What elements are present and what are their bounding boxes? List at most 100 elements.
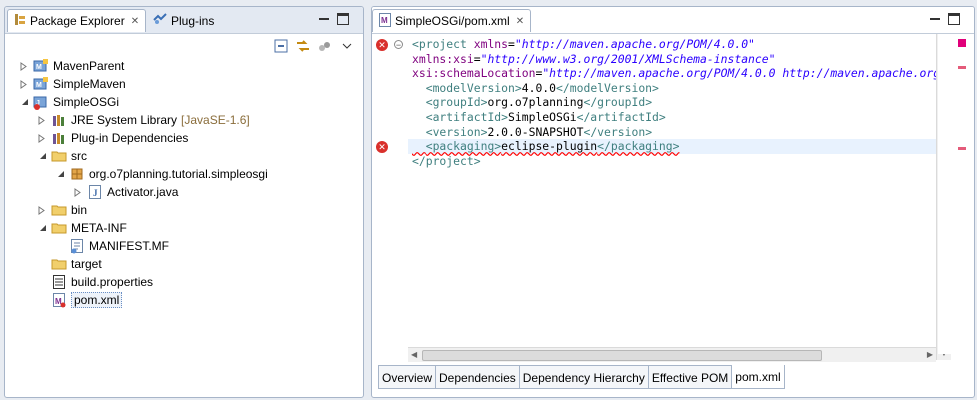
collapsed-arrow-icon[interactable] xyxy=(73,187,83,197)
code-token: </artifactId> xyxy=(576,110,666,124)
code-token: </modelVersion> xyxy=(556,80,659,95)
code-line[interactable]: </project> xyxy=(412,154,481,169)
code-token: </groupId> xyxy=(583,95,653,110)
tree-item[interactable]: src xyxy=(37,147,87,165)
code-line-content: xmlns:xsi="http://www.w3.org/2001/XMLSch… xyxy=(412,52,775,66)
svg-text:M: M xyxy=(381,16,388,25)
editor-page-tab[interactable]: Dependency Hierarchy xyxy=(519,365,649,389)
minimize-icon[interactable] xyxy=(319,13,329,20)
code-line[interactable]: xmlns:xsi="http://www.w3.org/2001/XMLSch… xyxy=(412,52,775,67)
no-arrow xyxy=(37,277,47,287)
code-line[interactable]: <groupId>org.o7planning</groupId> xyxy=(412,95,652,110)
tree-item[interactable]: target xyxy=(37,255,102,273)
pom-file-icon: M xyxy=(51,292,67,308)
error-annotation-marker[interactable] xyxy=(958,147,966,150)
maven-project-icon: M xyxy=(33,58,49,74)
error-marker-icon[interactable]: ✕ xyxy=(376,39,388,51)
error-summary-icon[interactable] xyxy=(958,39,966,47)
code-token: = xyxy=(473,51,481,66)
code-token: </version> xyxy=(583,124,653,139)
tree-item[interactable]: M MavenParent xyxy=(19,57,124,75)
folder-icon xyxy=(51,148,67,164)
svg-text:M: M xyxy=(36,64,42,71)
tree-item[interactable]: MANIFEST.MF xyxy=(55,237,169,255)
scroll-right-icon[interactable]: ▶ xyxy=(927,350,933,359)
collapsed-arrow-icon[interactable] xyxy=(37,133,47,143)
error-marker-icon[interactable]: ✕ xyxy=(376,141,388,154)
plugin-icon xyxy=(153,13,167,28)
close-icon[interactable]: ✕ xyxy=(516,16,524,27)
code-token: "http://maven.apache.org/POM/4.0.0" xyxy=(514,37,755,51)
code-line-content: <packaging>eclipse-plugin</packaging> xyxy=(412,139,680,153)
left-tabstrip: Package Explorer ✕ Plug-ins xyxy=(5,7,363,34)
collapsed-arrow-icon[interactable] xyxy=(19,61,29,71)
pom-file-icon: M xyxy=(379,12,391,30)
scroll-left-icon[interactable]: ◀ xyxy=(411,350,417,359)
collapse-all-icon[interactable] xyxy=(273,38,289,54)
expanded-arrow-icon[interactable] xyxy=(19,97,29,107)
horizontal-scroll-thumb[interactable] xyxy=(422,350,822,361)
tree-item[interactable]: J Activator.java xyxy=(73,183,178,201)
editor-page-tab[interactable]: Effective POM xyxy=(648,365,733,389)
view-menu-icon[interactable] xyxy=(339,38,355,54)
minimize-icon[interactable] xyxy=(930,13,940,20)
code-token: "http://www.w3.org/2001/XMLSchema-instan… xyxy=(480,51,776,66)
tree-item[interactable]: M SimpleMaven xyxy=(19,75,126,93)
tree-item[interactable]: Mpom.xml xyxy=(37,291,123,309)
link-with-editor-icon[interactable] xyxy=(295,38,311,54)
maven-project-icon: M xyxy=(33,76,49,92)
collapsed-arrow-icon[interactable] xyxy=(19,79,29,89)
tree-item[interactable]: JRE System Library [JavaSE-1.6] xyxy=(37,111,250,129)
maximize-icon[interactable] xyxy=(948,13,960,25)
tree-item-label: JRE System Library xyxy=(71,113,178,127)
pom-editor-page-tabs: Overview Dependencies Dependency Hierarchy… xyxy=(378,365,785,389)
svg-text:M: M xyxy=(36,82,42,89)
filter-icon[interactable] xyxy=(317,38,333,54)
code-line[interactable]: <artifactId>SimpleOSGi</artifactId> xyxy=(412,110,666,125)
expanded-arrow-icon[interactable] xyxy=(37,223,47,233)
expanded-arrow-icon[interactable] xyxy=(37,151,47,161)
editor-page-tab[interactable]: Overview xyxy=(378,365,437,389)
xml-source-text[interactable]: <project xmlns="http://maven.apache.org/… xyxy=(408,34,937,348)
code-line[interactable]: <packaging>eclipse-plugin</packaging> xyxy=(412,139,680,154)
tree-item[interactable]: META-INF xyxy=(37,219,127,237)
tree-item[interactable]: Plug-in Dependencies xyxy=(37,129,188,147)
tree-item-label: MANIFEST.MF xyxy=(89,239,169,253)
tree-item[interactable]: bin xyxy=(37,201,87,219)
tree-item-label: META-INF xyxy=(71,221,127,235)
code-line-content: xsi:schemaLocation="http://maven.apache.… xyxy=(412,66,936,80)
code-line[interactable]: xsi:schemaLocation="http://maven.apache.… xyxy=(412,66,936,81)
tab-package-explorer[interactable]: Package Explorer ✕ xyxy=(7,9,147,32)
code-line[interactable]: <modelVersion>4.0.0</modelVersion> xyxy=(412,81,659,96)
code-token: org.o7planning xyxy=(487,95,584,110)
tree-item[interactable]: org.o7planning.tutorial.simpleosgi xyxy=(55,165,268,183)
editor-page-tab[interactable]: pom.xml xyxy=(732,365,785,389)
properties-icon xyxy=(51,274,67,290)
code-line[interactable]: <version>2.0.0-SNAPSHOT</version> xyxy=(412,125,652,140)
code-line[interactable]: <project xmlns="http://maven.apache.org/… xyxy=(412,37,755,52)
error-annotation-marker[interactable] xyxy=(958,66,966,69)
close-icon[interactable]: ✕ xyxy=(131,16,139,27)
code-token: <artifactId> xyxy=(425,110,509,124)
maximize-icon[interactable] xyxy=(337,13,349,25)
horizontal-scrollbar[interactable]: ◀ ▶ xyxy=(408,347,936,362)
no-arrow xyxy=(55,241,65,251)
folder-icon xyxy=(51,220,67,236)
svg-text:J: J xyxy=(93,188,98,198)
code-line-content: </project> xyxy=(412,154,481,168)
tab-plug-ins[interactable]: Plug-ins xyxy=(147,9,220,32)
collapsed-arrow-icon[interactable] xyxy=(37,115,47,125)
expanded-arrow-icon[interactable] xyxy=(55,169,65,179)
tab-pom-xml[interactable]: M SimpleOSGi/pom.xml ✕ xyxy=(372,9,532,32)
fold-collapse-icon[interactable]: − xyxy=(394,40,403,50)
tree-item[interactable]: build.properties xyxy=(37,273,153,291)
package-icon xyxy=(69,166,85,182)
code-token: <project xyxy=(412,37,474,51)
manifest-icon xyxy=(69,238,85,254)
tree-item[interactable]: J SimpleOSGi xyxy=(19,93,119,111)
editor-page-tab[interactable]: Dependencies xyxy=(436,365,520,389)
collapsed-arrow-icon[interactable] xyxy=(37,205,47,215)
